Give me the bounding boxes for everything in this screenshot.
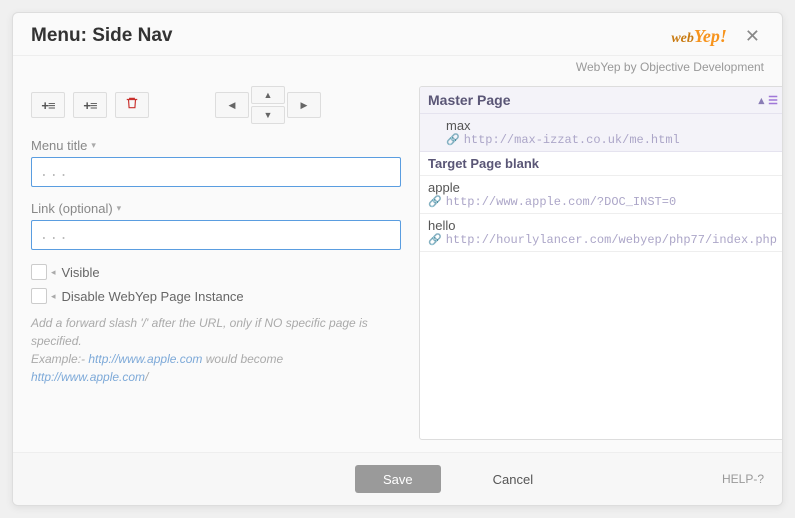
tree-item-title: hello	[428, 218, 777, 233]
menu-tree: Master Page ▴ ☰ max 🔗http://max-izzat.co…	[419, 86, 783, 440]
tree-item-url: 🔗http://www.apple.com/?DOC_INST=0	[428, 195, 777, 209]
link-icon: 🔗	[428, 195, 442, 209]
visible-label: Visible	[62, 265, 100, 280]
move-arrows: ◀ ▲ ▼ ▶	[215, 86, 321, 124]
visible-row: ◂ Visible	[31, 264, 401, 280]
disable-label: Disable WebYep Page Instance	[62, 289, 244, 304]
close-icon[interactable]: ✕	[741, 25, 764, 47]
tree-item[interactable]: max 🔗http://max-izzat.co.uk/me.html	[420, 114, 783, 152]
tree-item-title: Target Page blank	[428, 156, 777, 171]
disable-instance-checkbox[interactable]	[31, 288, 47, 304]
move-down-button[interactable]: ▼	[251, 106, 285, 124]
caret-icon: ◂	[51, 291, 56, 302]
move-right-button[interactable]: ▶	[287, 92, 321, 118]
chevron-down-icon[interactable]: ▾	[91, 140, 96, 151]
dialog-footer: Save Cancel HELP-?	[13, 452, 782, 505]
move-up-button[interactable]: ▲	[251, 86, 285, 104]
tree-item-url: 🔗http://max-izzat.co.uk/me.html	[446, 133, 777, 147]
save-button[interactable]: Save	[355, 465, 441, 493]
header-right: webYep! ✕	[671, 25, 764, 47]
add-item-after-button[interactable]: +≡	[73, 92, 107, 118]
tree-item-title: apple	[428, 180, 777, 195]
menu-lines-icon[interactable]: ☰	[768, 94, 777, 107]
subtitle: WebYep by Objective Development	[13, 56, 782, 78]
dialog-title: Menu: Side Nav	[31, 25, 172, 47]
menu-title-label: Menu title ▾	[31, 138, 401, 153]
tree-item[interactable]: Target Page blank	[420, 152, 783, 176]
hint-link-2[interactable]: http://www.apple.com	[31, 370, 145, 384]
help-link[interactable]: HELP-?	[722, 472, 764, 486]
toolbar: +≡ +≡ ◀ ▲ ▼ ▶	[31, 86, 401, 124]
tree-item-url: 🔗http://hourlylancer.com/webyep/php77/in…	[428, 233, 777, 247]
tree-item[interactable]: apple 🔗http://www.apple.com/?DOC_INST=0	[420, 176, 783, 214]
trash-icon	[125, 96, 139, 114]
tree-column: Master Page ▴ ☰ max 🔗http://max-izzat.co…	[419, 86, 783, 440]
visible-checkbox[interactable]	[31, 264, 47, 280]
tree-item[interactable]: hello 🔗http://hourlylancer.com/webyep/ph…	[420, 214, 783, 252]
move-left-button[interactable]: ◀	[215, 92, 249, 118]
link-label: Link (optional) ▾	[31, 201, 401, 216]
chevron-down-icon[interactable]: ▾	[117, 203, 122, 214]
form-column: +≡ +≡ ◀ ▲ ▼ ▶ Menu title ▾	[31, 86, 401, 440]
hint-text: Add a forward slash '/' after the URL, o…	[31, 314, 401, 386]
menu-title-input[interactable]	[31, 157, 401, 187]
link-input[interactable]	[31, 220, 401, 250]
dialog-body: +≡ +≡ ◀ ▲ ▼ ▶ Menu title ▾	[13, 78, 782, 452]
collapse-icon[interactable]: ▴	[759, 94, 765, 107]
toolbar-add-group: +≡ +≡	[31, 92, 107, 118]
tree-master-header[interactable]: Master Page ▴ ☰	[420, 87, 783, 114]
hint-link-1[interactable]: http://www.apple.com	[88, 352, 202, 366]
caret-icon: ◂	[51, 267, 56, 278]
link-icon: 🔗	[428, 233, 442, 247]
tree-master-label: Master Page	[428, 92, 510, 108]
disable-row: ◂ Disable WebYep Page Instance	[31, 288, 401, 304]
dialog-header: Menu: Side Nav webYep! ✕	[13, 13, 782, 56]
add-item-before-button[interactable]: +≡	[31, 92, 65, 118]
tree-item-title: max	[446, 118, 777, 133]
cancel-button[interactable]: Cancel	[465, 465, 561, 493]
tree-header-icons: ▴ ☰	[759, 94, 777, 107]
webyep-logo: webYep!	[671, 26, 727, 47]
link-icon: 🔗	[446, 133, 460, 147]
modal-dialog: Menu: Side Nav webYep! ✕ WebYep by Objec…	[12, 12, 783, 506]
delete-button[interactable]	[115, 92, 149, 118]
